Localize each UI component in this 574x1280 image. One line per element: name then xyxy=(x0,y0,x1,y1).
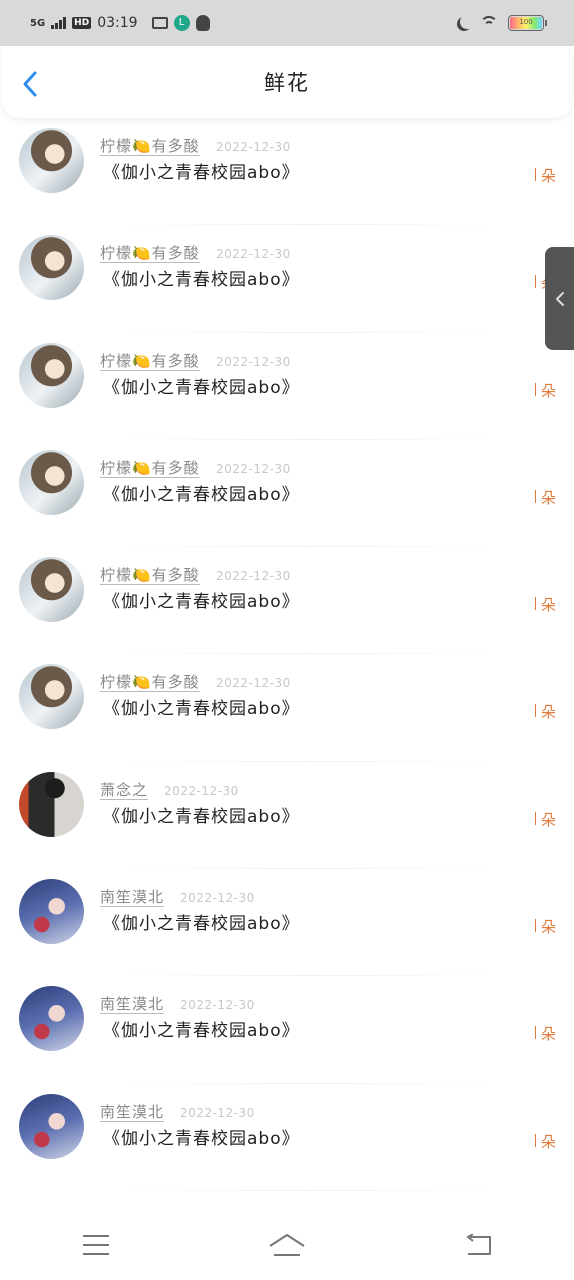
chevron-left-icon xyxy=(555,291,564,306)
book-title: 《伽小之青春校园abo》 xyxy=(103,914,300,935)
status-time: 03:19 xyxy=(97,15,138,31)
qq-icon xyxy=(195,15,210,31)
wifi-icon xyxy=(480,16,498,30)
avatar[interactable] xyxy=(19,1093,84,1159)
list-item[interactable]: 南笙漠北 2022-12-30 《伽小之青春校园abo》 朵 xyxy=(0,1084,574,1192)
app-notification-icon: L xyxy=(173,15,190,31)
book-title: 《伽小之青春校园abo》 xyxy=(103,484,300,505)
book-title: 《伽小之青春校园abo》 xyxy=(103,592,300,613)
flower-count: 朵 xyxy=(534,810,556,829)
record-date: 2022-12-30 xyxy=(216,569,291,584)
menu-icon xyxy=(82,1235,109,1255)
chevron-left-icon xyxy=(23,71,37,97)
status-bar: 5G HD 03:19 L 100 xyxy=(0,0,574,46)
signal-icon xyxy=(51,17,67,29)
list-item[interactable]: 柠檬🍋有多酸 2022-12-30 《伽小之青春校园abo》 朵 xyxy=(0,118,574,226)
avatar[interactable] xyxy=(19,986,84,1052)
do-not-disturb-icon xyxy=(460,15,474,29)
nav-home-button[interactable] xyxy=(257,1225,317,1265)
book-title: 《伽小之青春校园abo》 xyxy=(103,377,300,398)
book-title: 《伽小之青春校园abo》 xyxy=(103,806,300,827)
avatar[interactable] xyxy=(19,235,84,301)
battery-level: 100 xyxy=(510,17,542,29)
home-icon xyxy=(269,1234,305,1256)
record-date: 2022-12-30 xyxy=(216,676,291,691)
flower-count: 朵 xyxy=(534,1132,556,1151)
record-date: 2022-12-30 xyxy=(216,461,291,476)
battery-icon: 100 xyxy=(508,15,547,31)
user-name[interactable]: 萧念之 xyxy=(100,781,149,800)
record-date: 2022-12-30 xyxy=(164,783,239,798)
record-date: 2022-12-30 xyxy=(216,247,291,262)
avatar[interactable] xyxy=(19,557,84,623)
flower-count: 朵 xyxy=(534,918,556,937)
page-header: 鲜花 xyxy=(2,46,572,118)
flower-record-list[interactable]: 柠檬🍋有多酸 2022-12-30 《伽小之青春校园abo》朵柠檬🍋有多酸 2022-… xyxy=(0,118,574,1210)
user-name[interactable]: 柠檬🍋有多酸 xyxy=(100,352,200,371)
list-item[interactable]: 南笙漠北 2022-12-30 《伽小之青春校园abo》 朵 xyxy=(0,976,574,1084)
record-date: 2022-12-30 xyxy=(180,998,255,1013)
back-button[interactable] xyxy=(20,70,42,98)
user-name[interactable]: 南笙漠北 xyxy=(100,888,165,908)
list-item[interactable]: 柠檬🍋有多酸 2022-12-30 《伽小之青春校园abo》 朵 xyxy=(0,440,574,548)
list-item[interactable]: 萧念之 2022-12-30 《伽小之青春校园abo》 朵 xyxy=(0,762,574,870)
page-title: 鲜花 xyxy=(264,71,310,95)
avatar[interactable] xyxy=(19,771,84,837)
nav-back-button[interactable] xyxy=(448,1225,508,1265)
system-nav-bar xyxy=(0,1210,574,1280)
avatar[interactable] xyxy=(19,879,84,945)
record-date: 2022-12-30 xyxy=(180,1105,255,1120)
list-item[interactable]: 柠檬🍋有多酸2022-12-30《伽小之青春校园abo》朵 xyxy=(0,225,574,333)
flower-count: 朵 xyxy=(534,596,556,615)
nav-menu-button[interactable] xyxy=(66,1225,126,1265)
flower-count: 朵 xyxy=(534,488,556,507)
record-date: 2022-12-30 xyxy=(216,354,291,369)
avatar[interactable] xyxy=(19,342,84,408)
flower-count: 朵 xyxy=(534,167,556,185)
network-type: 5G xyxy=(30,17,46,29)
user-name[interactable]: 柠檬🍋有多酸 xyxy=(100,673,200,693)
list-item[interactable]: 南笙漠北 2022-12-30 《伽小之青春校园abo》 朵 xyxy=(0,869,574,977)
record-date: 2022-12-30 xyxy=(180,891,255,906)
flower-count: 朵 xyxy=(534,703,556,722)
book-title: 《伽小之青春校园abo》 xyxy=(103,270,300,291)
user-name[interactable]: 柠檬🍋有多酸 xyxy=(100,566,200,586)
record-date: 2022-12-30 xyxy=(216,140,291,154)
flower-count: 朵 xyxy=(534,1025,556,1044)
video-icon xyxy=(151,17,168,29)
avatar[interactable] xyxy=(19,664,84,730)
side-panel-handle[interactable] xyxy=(545,247,574,350)
back-arrow-icon xyxy=(466,1234,492,1255)
list-item[interactable]: 柠檬🍋有多酸 2022-12-30 《伽小之青春校园abo》 朵 xyxy=(0,333,574,441)
list-item[interactable]: 柠檬🍋有多酸 2022-12-30 《伽小之青春校园abo》 朵 xyxy=(0,654,574,763)
user-name[interactable]: 柠檬🍋有多酸 xyxy=(100,459,200,478)
book-title: 《伽小之青春校园abo》 xyxy=(103,163,300,183)
user-name[interactable]: 柠檬🍋有多酸 xyxy=(100,244,200,264)
list-item[interactable]: 柠檬🍋有多酸 2022-12-30 《伽小之青春校园abo》 朵 xyxy=(0,547,574,655)
avatar[interactable] xyxy=(19,128,84,193)
user-name[interactable]: 柠檬🍋有多酸 xyxy=(100,137,200,156)
user-name[interactable]: 南笙漠北 xyxy=(100,1103,165,1122)
book-title: 《伽小之青春校园abo》 xyxy=(103,1128,300,1149)
user-name[interactable]: 南笙漠北 xyxy=(100,995,165,1015)
flower-count: 朵 xyxy=(534,381,556,400)
book-title: 《伽小之青春校园abo》 xyxy=(103,1021,300,1042)
book-title: 《伽小之青春校园abo》 xyxy=(103,699,300,720)
hd-badge: HD xyxy=(72,17,92,29)
avatar[interactable] xyxy=(19,449,84,515)
